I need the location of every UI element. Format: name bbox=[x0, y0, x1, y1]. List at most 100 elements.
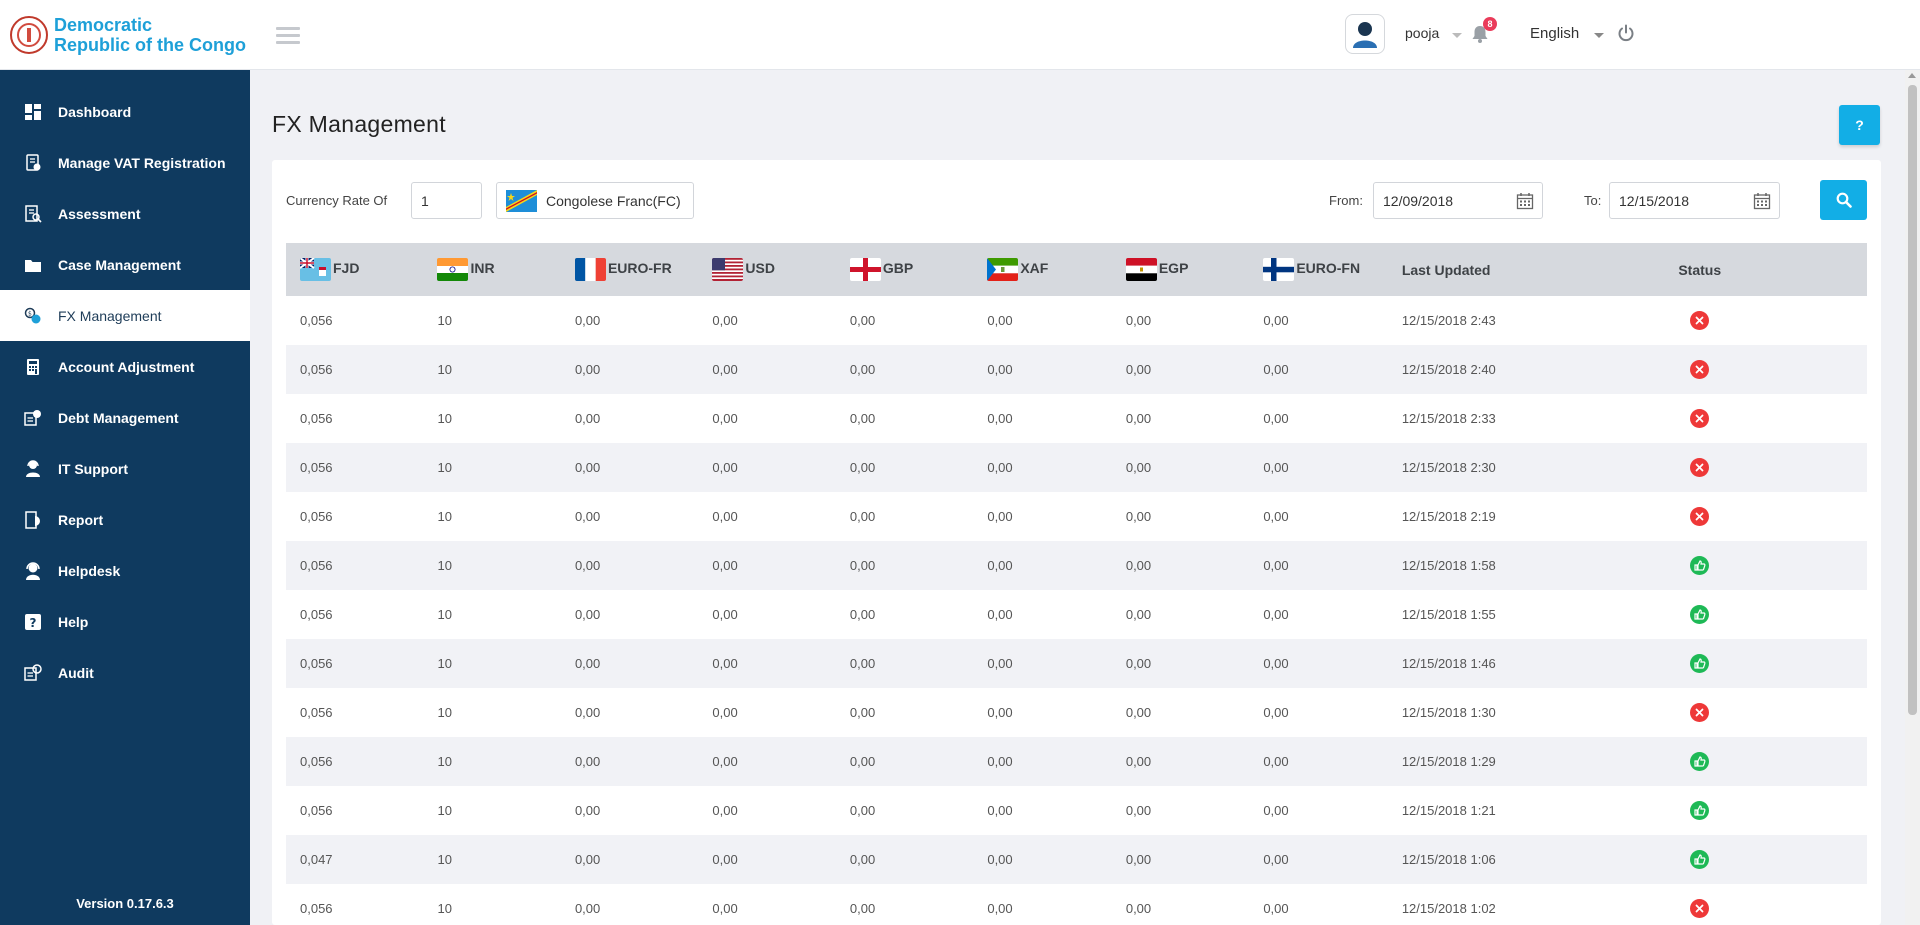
cell-fjd: 0,047 bbox=[300, 852, 333, 867]
table-row[interactable]: 0,056 10 0,00 0,00 0,00 0,00 0,00 0,00 12/15/201… bbox=[286, 786, 1867, 835]
table-row[interactable]: 0,056 10 0,00 0,00 0,00 0,00 0,00 0,00 12/15/201… bbox=[286, 737, 1867, 786]
column-header-gbp[interactable]: GBP bbox=[836, 243, 973, 296]
menu-toggle-icon[interactable] bbox=[276, 27, 300, 44]
cell-gbp: 0,00 bbox=[849, 656, 876, 671]
table-row[interactable]: 0,056 10 0,00 0,00 0,00 0,00 0,00 0,00 12/15/201… bbox=[286, 443, 1867, 492]
table-row[interactable]: 0,056 10 0,00 0,00 0,00 0,00 0,00 0,00 12/15/201… bbox=[286, 345, 1867, 394]
cell-euro-fr: 0,00 bbox=[574, 656, 601, 671]
close-icon[interactable] bbox=[1690, 458, 1710, 477]
table-row[interactable]: 0,056 10 0,00 0,00 0,00 0,00 0,00 0,00 12/15/201… bbox=[286, 541, 1867, 590]
close-icon[interactable] bbox=[1690, 409, 1710, 428]
column-header-fjd[interactable]: FJD bbox=[286, 243, 423, 296]
svg-text:$: $ bbox=[28, 310, 32, 317]
language-selector[interactable]: English bbox=[1530, 25, 1579, 42]
thumbs-up-icon[interactable] bbox=[1690, 556, 1710, 575]
sidebar-item-fx-management[interactable]: $ FX Management bbox=[0, 290, 250, 341]
cell-euro-fr: 0,00 bbox=[574, 607, 601, 622]
cell-egp: 0,00 bbox=[1125, 460, 1152, 475]
currency-rate-input[interactable]: 1 bbox=[411, 182, 482, 219]
cell-inr: 10 bbox=[437, 362, 452, 377]
table-row[interactable]: 0,056 10 0,00 0,00 0,00 0,00 0,00 0,00 12/15/201… bbox=[286, 492, 1867, 541]
cell-gbp: 0,00 bbox=[849, 362, 876, 377]
thumbs-up-icon[interactable] bbox=[1690, 605, 1710, 624]
search-icon bbox=[1836, 192, 1852, 208]
sidebar-item-case-management[interactable]: Case Management bbox=[0, 239, 250, 290]
to-date-input[interactable]: 12/15/2018 bbox=[1609, 182, 1780, 219]
table-row[interactable]: 0,056 10 0,00 0,00 0,00 0,00 0,00 0,00 12/15/201… bbox=[286, 590, 1867, 639]
calendar-icon[interactable] bbox=[1753, 192, 1771, 210]
column-header-usd[interactable]: USD bbox=[698, 243, 835, 296]
cell-xaf: 0,00 bbox=[987, 656, 1013, 671]
cell-gbp: 0,00 bbox=[849, 313, 876, 328]
fx-panel: Currency Rate Of 1 Congolese Franc(FC) F… bbox=[272, 160, 1881, 925]
cell-fjd: 0,056 bbox=[300, 754, 333, 769]
sidebar-item-account-adjustment[interactable]: Account Adjustment bbox=[0, 341, 250, 392]
calendar-icon[interactable] bbox=[1516, 192, 1534, 210]
cell-usd: 0,00 bbox=[712, 852, 738, 867]
help-button[interactable]: ? bbox=[1839, 105, 1880, 145]
close-icon[interactable] bbox=[1690, 703, 1710, 722]
thumbs-up-icon[interactable] bbox=[1690, 801, 1710, 820]
avatar[interactable] bbox=[1345, 14, 1385, 54]
sidebar-item-label: Debt Management bbox=[58, 409, 179, 426]
sidebar-item-label: Account Adjustment bbox=[58, 358, 195, 375]
table-row[interactable]: 0,056 10 0,00 0,00 0,00 0,00 0,00 0,00 12/15/201… bbox=[286, 688, 1867, 737]
column-header-euro-fr[interactable]: EURO-FR bbox=[561, 243, 698, 296]
user-menu-chevron-down-icon[interactable] bbox=[1452, 33, 1462, 38]
column-header-euro-fn[interactable]: EURO-FN bbox=[1249, 243, 1388, 296]
sidebar-item-debt-management[interactable]: Debt Management bbox=[0, 392, 250, 443]
sidebar-item-help[interactable]: ? Help bbox=[0, 596, 250, 647]
cell-euro-fr: 0,00 bbox=[574, 558, 601, 573]
table-row[interactable]: 0,056 10 0,00 0,00 0,00 0,00 0,00 0,00 12/15/201… bbox=[286, 296, 1867, 345]
cell-gbp: 0,00 bbox=[849, 558, 876, 573]
brand-name-line1: Democratic bbox=[54, 14, 153, 35]
sidebar-item-helpdesk[interactable]: Helpdesk bbox=[0, 545, 250, 596]
search-button[interactable] bbox=[1820, 180, 1867, 220]
thumbs-up-icon[interactable] bbox=[1690, 850, 1710, 869]
close-icon[interactable] bbox=[1690, 507, 1710, 526]
close-icon[interactable] bbox=[1690, 311, 1710, 330]
cell-inr: 10 bbox=[437, 852, 452, 867]
thumbs-up-icon[interactable] bbox=[1690, 654, 1710, 673]
brand-logo[interactable]: Democratic Republic of the Congo bbox=[0, 0, 250, 70]
sidebar-item-manage-vat-registration[interactable]: Manage VAT Registration bbox=[0, 137, 250, 188]
sidebar-item-assessment[interactable]: Assessment bbox=[0, 188, 250, 239]
column-header-last-updated[interactable]: Last Updated bbox=[1388, 243, 1533, 296]
column-header-xaf[interactable]: XAF bbox=[973, 243, 1112, 296]
cell-last-updated: 12/15/2018 2:30 bbox=[1401, 460, 1496, 475]
currency-select[interactable]: Congolese Franc(FC) bbox=[496, 182, 694, 219]
status-cell bbox=[1532, 394, 1867, 443]
cell-xaf: 0,00 bbox=[987, 460, 1013, 475]
from-date-input[interactable]: 12/09/2018 bbox=[1373, 182, 1543, 219]
scroll-up-arrow-icon[interactable] bbox=[1908, 73, 1916, 78]
table-row[interactable]: 0,056 10 0,00 0,00 0,00 0,00 0,00 0,00 12/15/201… bbox=[286, 639, 1867, 688]
sidebar-item-dashboard[interactable]: Dashboard bbox=[0, 86, 250, 137]
close-icon[interactable] bbox=[1690, 899, 1710, 918]
column-header-inr[interactable]: INR bbox=[423, 243, 560, 296]
table-row[interactable]: 0,056 10 0,00 0,00 0,00 0,00 0,00 0,00 12/15/201… bbox=[286, 884, 1867, 925]
sidebar-item-label: Audit bbox=[58, 664, 94, 681]
scrollbar-thumb[interactable] bbox=[1908, 85, 1917, 715]
thumbs-up-icon[interactable] bbox=[1690, 752, 1710, 771]
column-header-status[interactable]: Status bbox=[1532, 243, 1867, 296]
close-icon[interactable] bbox=[1690, 360, 1710, 379]
sidebar-item-report[interactable]: Report bbox=[0, 494, 250, 545]
cell-fjd: 0,056 bbox=[300, 901, 333, 916]
page-title: FX Management bbox=[272, 111, 446, 137]
user-name[interactable]: pooja bbox=[1405, 25, 1439, 41]
column-header-egp[interactable]: EGP bbox=[1112, 243, 1249, 296]
table-row[interactable]: 0,056 10 0,00 0,00 0,00 0,00 0,00 0,00 12/15/201… bbox=[286, 394, 1867, 443]
sidebar-item-audit[interactable]: Audit bbox=[0, 647, 250, 698]
status-cell bbox=[1532, 590, 1867, 639]
power-icon[interactable] bbox=[1617, 24, 1635, 42]
sidebar-item-it-support[interactable]: IT Support bbox=[0, 443, 250, 494]
debt-management-icon bbox=[24, 409, 42, 427]
sidebar-item-label: FX Management bbox=[58, 307, 162, 324]
cell-inr: 10 bbox=[437, 656, 452, 671]
from-date-value: 12/09/2018 bbox=[1383, 192, 1454, 209]
column-header-label: EGP bbox=[1158, 260, 1189, 277]
cell-egp: 0,00 bbox=[1125, 705, 1152, 720]
table-row[interactable]: 0,047 10 0,00 0,00 0,00 0,00 0,00 0,00 12/15/201… bbox=[286, 835, 1867, 884]
language-chevron-down-icon[interactable] bbox=[1594, 33, 1604, 38]
cell-inr: 10 bbox=[437, 411, 452, 426]
